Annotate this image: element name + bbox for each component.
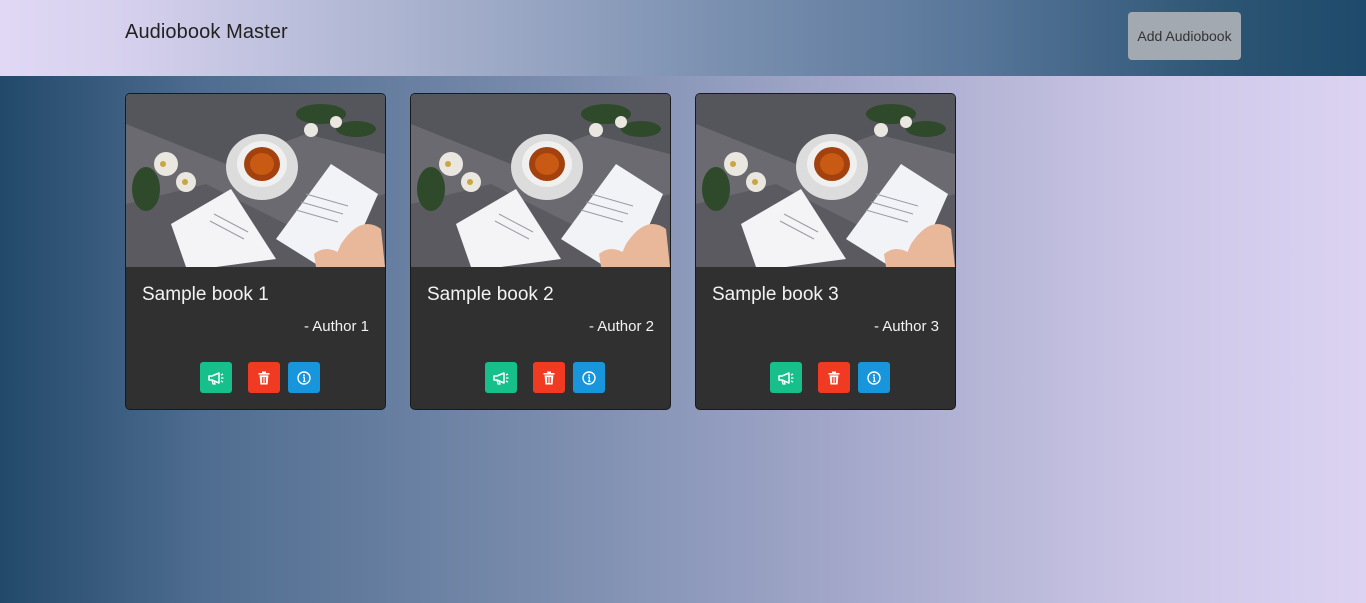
book-title: Sample book 1 (142, 284, 269, 305)
book-cover-image (411, 94, 670, 267)
play-button[interactable] (770, 362, 802, 393)
book-title: Sample book 2 (427, 284, 554, 305)
delete-button[interactable] (818, 362, 850, 393)
top-header: Audiobook Master Add Audiobook (0, 0, 1366, 76)
info-button[interactable] (858, 362, 890, 393)
info-icon (582, 370, 596, 385)
add-audiobook-button[interactable]: Add Audiobook (1128, 12, 1241, 60)
app-title: Audiobook Master (125, 21, 288, 43)
info-icon (297, 370, 311, 385)
info-button[interactable] (288, 362, 320, 393)
play-button[interactable] (485, 362, 517, 393)
trash-icon (258, 371, 270, 384)
megaphone-icon (778, 371, 794, 385)
delete-button[interactable] (533, 362, 565, 393)
book-card: Sample book 3 - Author 3 (695, 93, 956, 410)
info-icon (867, 370, 881, 385)
book-card: Sample book 1 - Author 1 (125, 93, 386, 410)
book-author: - Author 2 (588, 318, 654, 335)
book-author: - Author 1 (303, 318, 369, 335)
book-cover-image (696, 94, 955, 267)
book-card: Sample book 2 - Author 2 (410, 93, 671, 410)
book-cover-image (126, 94, 385, 267)
book-author: - Author 3 (873, 318, 939, 335)
trash-icon (828, 371, 840, 384)
delete-button[interactable] (248, 362, 280, 393)
play-button[interactable] (200, 362, 232, 393)
megaphone-icon (208, 371, 224, 385)
info-button[interactable] (573, 362, 605, 393)
trash-icon (543, 371, 555, 384)
book-title: Sample book 3 (712, 284, 839, 305)
megaphone-icon (493, 371, 509, 385)
